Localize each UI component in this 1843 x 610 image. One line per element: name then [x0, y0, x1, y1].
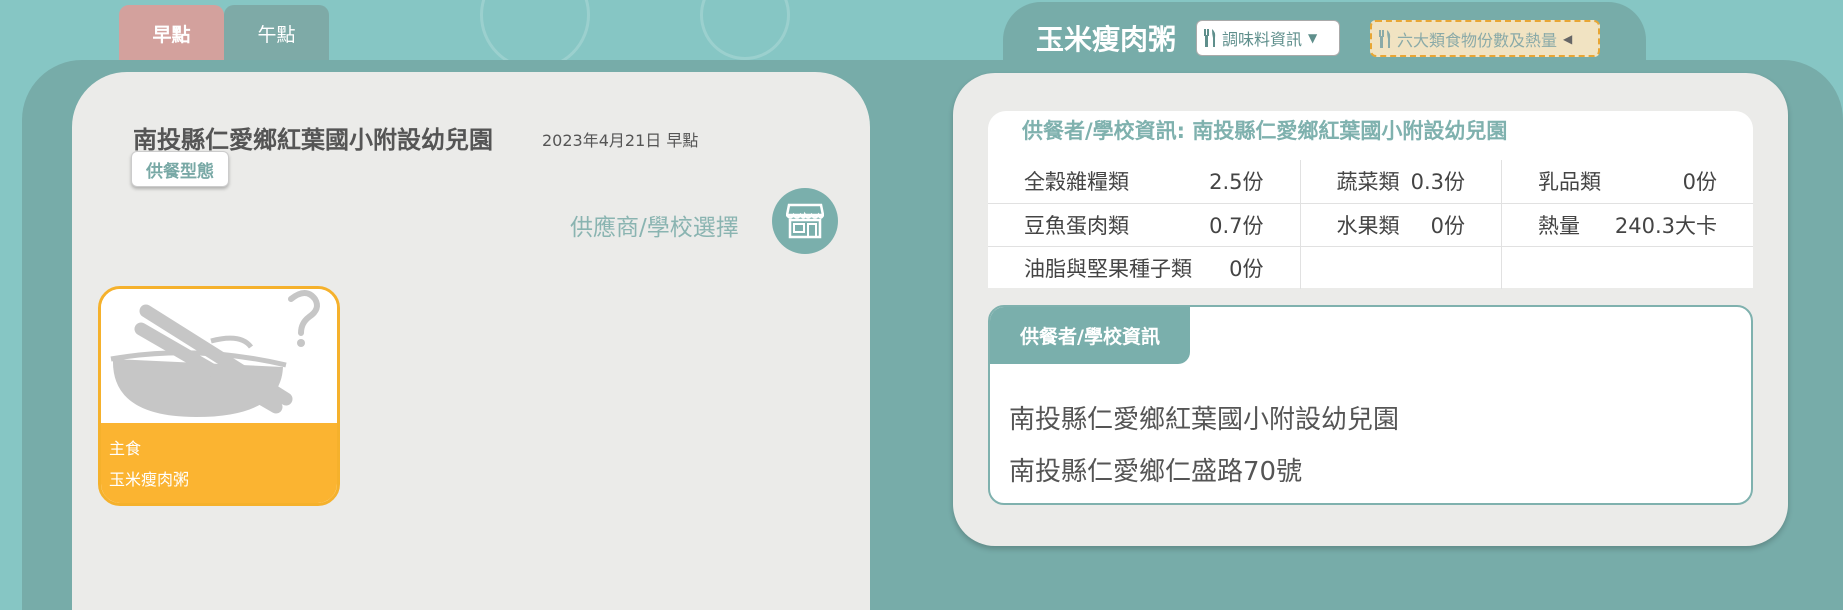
- table-row: 油脂與堅果種子類 0份: [988, 245, 1753, 289]
- dish-category: 主食: [109, 439, 142, 458]
- empty-cell: [1300, 245, 1406, 289]
- dairy-value: 0份: [1682, 170, 1717, 195]
- empty-cell: [1606, 245, 1753, 289]
- supplier-select-label[interactable]: 供應商/學校選擇: [570, 208, 739, 242]
- protein-label: 豆魚蛋肉類: [988, 202, 1204, 246]
- grains-value: 2.5份: [1203, 160, 1301, 203]
- utensils-icon: [1204, 29, 1216, 47]
- oil-label: 油脂與堅果種子類: [988, 245, 1204, 289]
- fruit-label: 水果類: [1300, 202, 1406, 246]
- dish-image: [101, 289, 337, 423]
- table-row: 全穀雜糧類 2.5份 蔬菜類 0.3份 乳品類 0份: [988, 160, 1753, 203]
- school-name: 南投縣仁愛鄉紅葉國小附設幼兒園: [133, 126, 493, 154]
- nutrition-info-title: 供餐者/學校資訊: 南投縣仁愛鄉紅葉國小附設幼兒園: [1022, 119, 1508, 143]
- nutrition-table: 全穀雜糧類 2.5份 蔬菜類 0.3份 乳品類 0份 豆魚蛋肉類 0.7份 水果…: [988, 160, 1753, 289]
- dish-name: 玉米瘦肉粥: [109, 470, 190, 489]
- empty-cell: [1501, 245, 1607, 289]
- dish-card-info: 主食 玉米瘦肉粥: [101, 423, 337, 503]
- calorie-label: 熱量: [1501, 202, 1607, 246]
- tab-breakfast[interactable]: 早點: [119, 5, 224, 62]
- supplier-address: 南投縣仁愛鄉仁盛路70號: [1009, 457, 1303, 487]
- grains-label: 全穀雜糧類: [1024, 170, 1129, 195]
- utensils-icon: [1379, 29, 1391, 48]
- calorie-value: 240.3大卡: [1606, 202, 1753, 246]
- seasoning-info-label: 調味料資訊: [1222, 30, 1303, 49]
- supplier-info-box: 供餐者/學校資訊 南投縣仁愛鄉紅葉國小附設幼兒園 南投縣仁愛鄉仁盛路70號: [988, 305, 1753, 505]
- supplier-info-tab: 供餐者/學校資訊: [990, 307, 1190, 364]
- food-group-label: 六大類食物份數及熱量: [1397, 30, 1558, 50]
- supplier-select-button[interactable]: [772, 188, 838, 254]
- caret-left-icon: ◀: [1563, 31, 1573, 46]
- protein-value: 0.7份: [1203, 202, 1301, 246]
- dish-title: 玉米瘦肉粥: [1036, 23, 1177, 56]
- food-group-dropdown[interactable]: 六大類食物份數及熱量 ◀: [1370, 20, 1600, 57]
- seasoning-info-dropdown[interactable]: 調味料資訊 ▼: [1196, 20, 1340, 56]
- tab-afternoon-snack[interactable]: 午點: [224, 5, 329, 62]
- store-icon: [786, 203, 824, 239]
- vegetable-value: 0.3份: [1405, 160, 1503, 203]
- meal-tabs: 早點 午點: [119, 5, 329, 62]
- fruit-value: 0份: [1405, 202, 1503, 246]
- service-type-button[interactable]: 供餐型態: [131, 151, 229, 187]
- table-row: 豆魚蛋肉類 0.7份 水果類 0份 熱量 240.3大卡: [988, 202, 1753, 246]
- oil-value: 0份: [1203, 245, 1301, 289]
- dish-card[interactable]: 主食 玉米瘦肉粥: [98, 286, 340, 506]
- dairy-label: 乳品類: [1538, 170, 1602, 195]
- meal-date: 2023年4月21日 早點: [542, 131, 699, 150]
- caret-down-icon: ▼: [1308, 31, 1318, 45]
- background-decoration: [700, 0, 790, 60]
- vegetable-label: 蔬菜類: [1336, 170, 1400, 195]
- bowl-chopsticks-icon: [110, 290, 320, 417]
- supplier-name: 南投縣仁愛鄉紅葉國小附設幼兒園: [1009, 405, 1400, 435]
- empty-cell: [1405, 245, 1503, 289]
